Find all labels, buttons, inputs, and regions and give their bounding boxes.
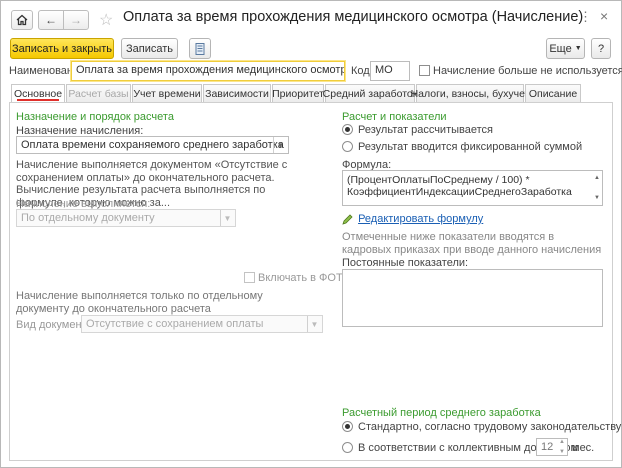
tab-taxes[interactable]: Налоги, взносы, бухучет (411, 84, 529, 102)
pencil-icon (342, 214, 353, 225)
radio-calculated-label: Результат рассчитывается (358, 124, 493, 136)
save-and-close-button[interactable]: Записать и закрыть (10, 38, 114, 59)
forward-button[interactable]: → (63, 10, 89, 30)
close-icon[interactable]: × (600, 8, 608, 24)
document-list-icon (195, 42, 205, 55)
more-actions-label: Еще (549, 42, 572, 55)
tab-dependencies[interactable]: Зависимости (203, 84, 271, 102)
left-section-title: Назначение и порядок расчета (16, 111, 174, 123)
fot-checkbox[interactable] (244, 272, 255, 283)
back-button[interactable]: ← (38, 10, 64, 30)
scroll-up-icon[interactable]: ▲ (594, 172, 600, 184)
more-icon[interactable]: ⋮ (579, 9, 592, 25)
arrow-right-icon: → (70, 13, 82, 27)
tab-description[interactable]: Описание (525, 84, 581, 102)
tab-base-calculation[interactable]: Расчет базы (66, 84, 131, 102)
radio-fixed-label: Результат вводится фиксированной суммой (358, 141, 583, 153)
radio-fixed[interactable] (342, 141, 353, 152)
tab-average-earnings[interactable]: Средний заработок (323, 84, 417, 102)
months-value: 12 (541, 441, 554, 453)
chevron-down-icon: ▼ (574, 45, 582, 52)
tab-time-accounting[interactable]: Учет времени (132, 84, 202, 102)
fot-label: Включать в ФОТ (258, 272, 343, 284)
tab-main[interactable]: Основное (11, 84, 65, 103)
doc-type-select-value: Отсутствие с сохранением оплаты (86, 318, 264, 330)
scroll-down-icon[interactable]: ▼ (594, 192, 600, 204)
formula-line-1: (ПроцентОплатыПоСреднему / 100) * (347, 174, 530, 186)
name-input[interactable]: Оплата за время прохождения медицинского… (71, 61, 345, 81)
executed-select[interactable]: По отдельному документу ▼ (16, 209, 236, 227)
form-window: ← → ☆ Оплата за время прохождения медици… (0, 0, 622, 468)
edit-formula-link[interactable]: Редактировать формулу (358, 213, 483, 225)
period-section-title: Расчетный период среднего заработка (342, 407, 541, 419)
report-button[interactable] (189, 38, 211, 59)
right-section-title: Расчет и показатели (342, 111, 447, 123)
home-button[interactable] (11, 10, 33, 30)
radio-standard[interactable] (342, 421, 353, 432)
save-button[interactable]: Записать (121, 38, 178, 59)
constant-indicators-list[interactable] (342, 269, 603, 327)
radio-collective[interactable] (342, 442, 353, 453)
indicators-note: Отмеченные ниже показатели вводятся в ка… (342, 231, 602, 256)
months-unit: мес. (572, 442, 595, 454)
home-icon (16, 14, 28, 26)
code-input[interactable]: МО (370, 61, 410, 81)
stepper-up-icon[interactable]: ▲ (559, 439, 565, 445)
constant-indicators-label: Постоянные показатели: (342, 257, 469, 269)
doc-type-select[interactable]: Отсутствие с сохранением оплаты ▼ (81, 315, 323, 333)
purpose-select[interactable]: Оплата времени сохраняемого среднего зар… (16, 136, 289, 154)
executed-select-value: По отдельному документу (21, 212, 155, 224)
unused-label: Начисление больше не используется (433, 65, 622, 77)
radio-calculated[interactable] (342, 124, 353, 135)
chevron-down-icon[interactable]: ▼ (273, 137, 287, 153)
more-actions-button[interactable]: Еще ▼ (546, 38, 585, 59)
formula-line-2: КоэффициентИндексацииСреднегоЗаработка (347, 186, 572, 198)
unused-checkbox[interactable] (419, 65, 430, 76)
months-stepper[interactable]: 12 ▲ ▼ (536, 438, 568, 456)
purpose-select-value: Оплата времени сохраняемого среднего зар… (21, 139, 284, 151)
star-icon[interactable]: ☆ (99, 10, 113, 30)
chevron-down-icon[interactable]: ▼ (307, 316, 321, 332)
separate-doc-note: Начисление выполняется только по отдельн… (16, 290, 263, 315)
tab-priority[interactable]: Приоритет (272, 84, 324, 102)
window-title: Оплата за время прохождения медицинского… (123, 9, 584, 25)
help-button[interactable]: ? (591, 38, 611, 59)
radio-standard-label: Стандартно, согласно трудовому законодат… (358, 421, 622, 433)
stepper-down-icon[interactable]: ▼ (559, 449, 565, 455)
chevron-down-icon[interactable]: ▼ (220, 210, 234, 226)
arrow-left-icon: ← (45, 13, 57, 27)
formula-field[interactable]: (ПроцентОплатыПоСреднему / 100) * Коэффи… (342, 170, 603, 206)
edit-formula-link-row[interactable]: Редактировать формулу (342, 213, 483, 225)
